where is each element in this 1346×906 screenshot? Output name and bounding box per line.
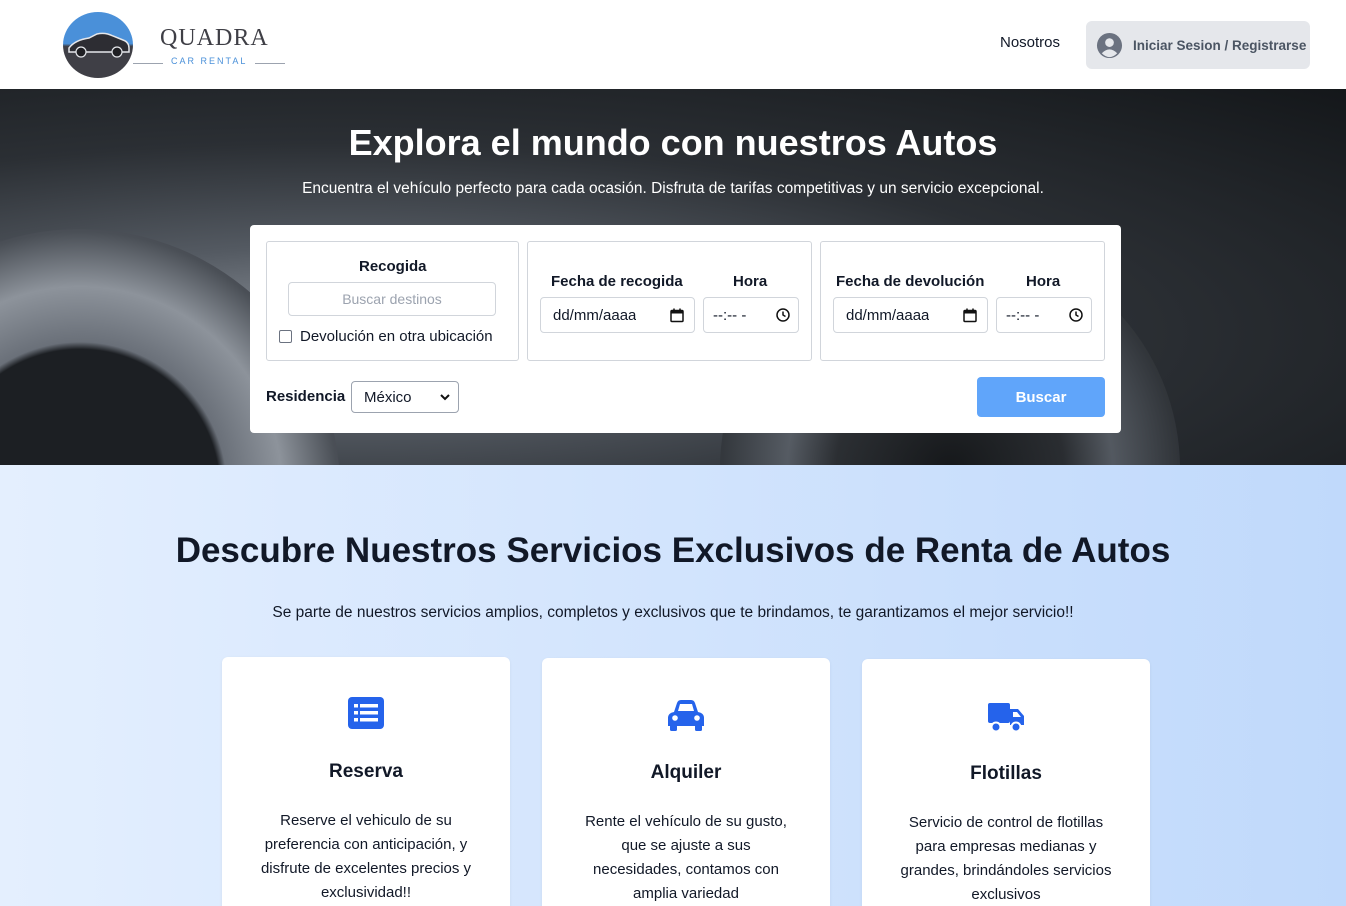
chevron-down-icon <box>440 393 450 400</box>
logo-subtitle: CAR RENTAL <box>171 56 248 66</box>
logo-title: QUADRA <box>160 25 269 51</box>
pickup-time-label: Hora <box>733 273 768 290</box>
date-placeholder: dd/mm/aaaa <box>846 306 930 324</box>
search-button[interactable]: Buscar <box>977 377 1105 417</box>
service-card-alquiler: Alquiler Rente el vehículo de su gusto, … <box>542 658 830 906</box>
divider <box>255 63 285 64</box>
date-placeholder: dd/mm/aaaa <box>553 306 637 324</box>
top-header: QUADRA CAR RENTAL Nosotros Iniciar Sesio… <box>0 0 1346 89</box>
clock-icon <box>1069 308 1083 322</box>
hero-title: Explora el mundo con nuestros Autos <box>348 122 998 163</box>
car-icon <box>668 700 704 731</box>
return-time-label: Hora <box>1026 273 1061 290</box>
services-section: Descubre Nuestros Servicios Exclusivos d… <box>0 465 1346 906</box>
service-title: Reserva <box>329 761 403 782</box>
return-date-label: Fecha de devolución <box>836 273 985 290</box>
return-datetime-box: Fecha de devolución Hora dd/mm/aaaa --:-… <box>820 241 1105 361</box>
return-other-location-label: Devolución en otra ubicación <box>300 328 493 345</box>
logo-subtitle-row: CAR RENTAL <box>133 56 285 68</box>
services-subtitle: Se parte de nuestros servicios amplios, … <box>272 604 1074 621</box>
calendar-icon <box>963 308 977 322</box>
clock-icon <box>776 308 790 322</box>
login-register-button[interactable]: Iniciar Sesion / Registrarse <box>1086 21 1310 69</box>
hero-banner: Explora el mundo con nuestros Autos Encu… <box>0 89 1346 465</box>
pickup-destination-input[interactable] <box>288 282 496 316</box>
service-title: Alquiler <box>650 762 722 783</box>
services-title: Descubre Nuestros Servicios Exclusivos d… <box>175 531 1171 570</box>
user-circle-icon <box>1096 32 1123 58</box>
nav-link-nosotros[interactable]: Nosotros <box>1000 34 1060 51</box>
residence-label: Residencia <box>266 388 346 405</box>
service-description: Reserve el vehiculo de su preferencia co… <box>260 812 472 901</box>
search-form-card: Recogida Devolución en otra ubicación Fe… <box>250 225 1121 433</box>
pickup-datetime-box: Fecha de recogida Hora dd/mm/aaaa --:-- … <box>527 241 812 361</box>
residence-select[interactable]: México <box>351 381 459 413</box>
return-date-input[interactable]: dd/mm/aaaa <box>833 297 988 333</box>
return-other-location-checkbox[interactable] <box>279 330 292 343</box>
return-time-input[interactable]: --:-- - <box>996 297 1092 333</box>
car-logo-icon <box>63 12 133 78</box>
login-label: Iniciar Sesion / Registrarse <box>1133 37 1307 53</box>
return-other-location-row[interactable]: Devolución en otra ubicación <box>279 328 493 345</box>
list-icon <box>348 697 384 729</box>
pickup-label: Recogida <box>359 258 427 275</box>
time-placeholder: --:-- - <box>1006 306 1040 324</box>
service-description: Rente el vehículo de su gusto, que se aj… <box>585 813 787 902</box>
service-description: Servicio de control de flotillas para em… <box>900 814 1112 903</box>
quadra-logo[interactable]: QUADRA CAR RENTAL <box>60 10 290 80</box>
residence-value: México <box>364 388 412 406</box>
service-card-reserva: Reserva Reserve el vehiculo de su prefer… <box>222 657 510 906</box>
pickup-time-input[interactable]: --:-- - <box>703 297 799 333</box>
service-title: Flotillas <box>970 763 1042 784</box>
time-placeholder: --:-- - <box>713 306 747 324</box>
truck-icon <box>988 703 1024 733</box>
divider <box>133 63 163 64</box>
pickup-location-box: Recogida Devolución en otra ubicación <box>266 241 519 361</box>
calendar-icon <box>670 308 684 322</box>
pickup-date-label: Fecha de recogida <box>551 273 683 290</box>
hero-subtitle: Encuentra el vehículo perfecto para cada… <box>302 180 1044 197</box>
pickup-date-input[interactable]: dd/mm/aaaa <box>540 297 695 333</box>
service-card-flotillas: Flotillas Servicio de control de flotill… <box>862 659 1150 906</box>
